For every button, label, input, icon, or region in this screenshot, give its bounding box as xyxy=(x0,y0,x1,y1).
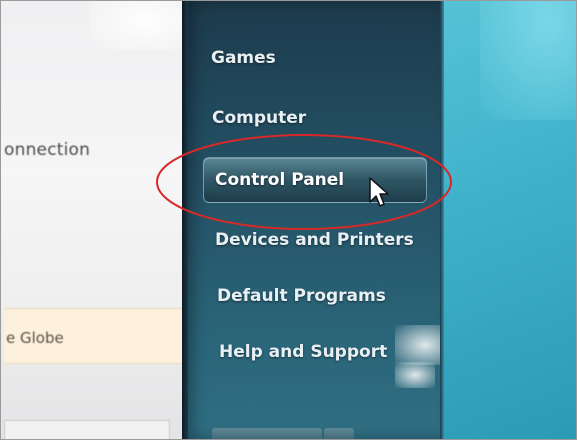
start-menu-item-default-programs[interactable]: Default Programs xyxy=(217,286,386,306)
start-menu-item-help-and-support[interactable]: Help and Support xyxy=(219,342,387,362)
screen-reflection-lower xyxy=(395,362,435,388)
window-bottom-field[interactable] xyxy=(4,420,170,440)
connection-label: onnection xyxy=(4,140,91,160)
desktop-glow xyxy=(480,0,577,120)
globe-label: e Globe xyxy=(6,329,64,347)
start-menu-item-games[interactable]: Games xyxy=(211,48,276,68)
start-menu-item-computer[interactable]: Computer xyxy=(212,108,306,128)
shut-down-options-button[interactable] xyxy=(324,428,354,440)
photo-frame: onnection e Globe Games Computer Control… xyxy=(0,0,577,440)
red-annotation-ellipse xyxy=(156,134,452,230)
shut-down-button[interactable] xyxy=(212,428,322,440)
globe-row[interactable]: e Globe xyxy=(4,308,192,364)
start-menu-item-devices-and-printers[interactable]: Devices and Printers xyxy=(215,230,414,250)
